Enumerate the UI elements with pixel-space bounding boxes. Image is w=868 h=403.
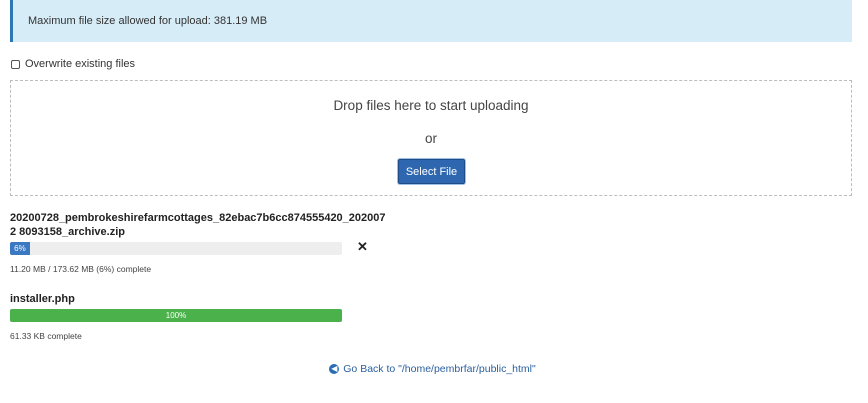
upload-file-name: installer.php [10,293,75,305]
drop-or-text: or [424,131,437,146]
overwrite-option[interactable]: Overwrite existing files [11,58,135,70]
upload-progress-fill: 100% [10,309,342,322]
go-back-label: Go Back to "/home/pembrfar/public_html" [343,363,536,375]
upload-progress-fill: 6% [10,242,30,255]
upload-status: 61.33 KB complete [10,331,82,341]
upload-item: installer.php 100% 61.33 KB complete [10,292,390,341]
select-file-button[interactable]: Select File [398,159,465,184]
max-file-size-text: Maximum file size allowed for upload: 38… [28,15,268,27]
upload-progress-bar: 6% [10,242,342,255]
drop-zone[interactable]: Drop files here to start uploading or Se… [10,80,852,196]
upload-progress-label: 100% [165,311,187,320]
upload-progress-label: 6% [14,244,26,253]
upload-status: 11.20 MB / 173.62 MB (6%) complete [10,264,152,274]
upload-file-name: 20200728_pembrokeshirefarmcottages_82eba… [10,212,386,238]
drop-instructions: Drop files here to start uploading [333,98,529,113]
upload-progress-bar: 100% [10,309,342,322]
go-back-link[interactable]: ◀ Go Back to "/home/pembrfar/public_html… [0,363,868,375]
arrow-left-circle-icon: ◀ [329,364,340,374]
upload-item: 20200728_pembrokeshirefarmcottages_82eba… [10,211,390,274]
overwrite-checkbox[interactable] [11,59,20,69]
close-icon[interactable]: ✕ [357,240,368,253]
file-upload-page: Maximum file size allowed for upload: 38… [0,0,868,403]
overwrite-label: Overwrite existing files [25,58,136,70]
max-file-size-alert: Maximum file size allowed for upload: 38… [10,0,852,42]
